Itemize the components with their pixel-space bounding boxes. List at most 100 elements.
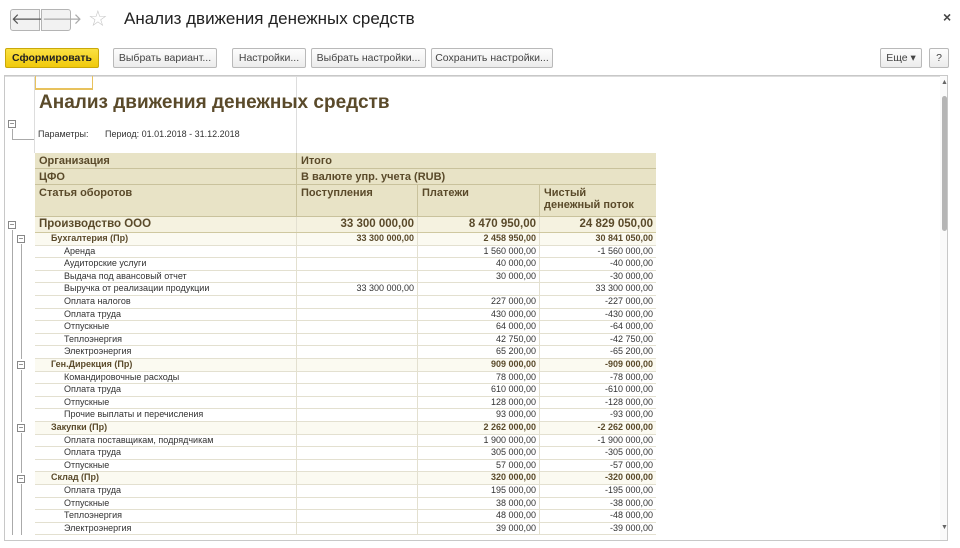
income-cell	[297, 245, 418, 258]
income-cell: 33 300 000,00	[297, 233, 418, 245]
payments-cell: 40 000,00	[418, 258, 540, 270]
window-titlebar: 🡐 🡒 ☆ Анализ движения денежных средств ×	[0, 0, 960, 40]
payments-cell: 320 000,00	[418, 472, 540, 484]
report-parameters: Параметры: Период: 01.01.2018 - 31.12.20…	[38, 129, 254, 139]
net-flow-cell: -65 200,00	[609, 346, 653, 357]
payments-cell: 30 000,00	[418, 270, 540, 283]
choose-settings-button[interactable]: Выбрать настройки...	[311, 48, 426, 68]
article-cell: Командировочные расходы	[35, 371, 297, 384]
income-cell	[297, 510, 418, 522]
window-title: Анализ движения денежных средств	[124, 9, 415, 28]
settings-button[interactable]: Настройки...	[232, 48, 306, 68]
table-row[interactable]: Выдача под авансовый отчет 30 000,00 -30 0…	[35, 270, 656, 284]
payments-cell: 38 000,00	[418, 497, 540, 510]
net-flow-cell: -430 000,00	[604, 308, 653, 319]
table-row[interactable]: Командировочные расходы 78 000,00 -78 000,…	[35, 371, 656, 385]
income-cell	[297, 296, 418, 308]
article-cell: Теплоэнергия	[35, 510, 297, 522]
table-row[interactable]: Оплата труда 430 000,00 -430 000,00	[35, 308, 656, 322]
table-row[interactable]: Теплоэнергия 48 000,00 -48 000,00	[35, 510, 656, 523]
table-row[interactable]: Электроэнергия 39 000,00 -39 000,00	[35, 522, 656, 536]
table-row[interactable]: Электроэнергия 65 200,00 -65 200,00	[35, 346, 656, 359]
table-row[interactable]: Отпускные 38 000,00 -38 000,00	[35, 497, 656, 511]
help-button[interactable]: ?	[929, 48, 949, 68]
group-row[interactable]: Бухгалтерия (Пр) 33 300 000,00 2 458 950,0…	[35, 233, 656, 246]
payments-cell: 93 000,00	[418, 409, 540, 421]
collapse-icon[interactable]: −	[8, 120, 16, 128]
scroll-up-icon[interactable]: ▲	[941, 79, 947, 86]
tree-line	[12, 139, 34, 140]
income-cell	[297, 497, 418, 510]
forward-arrow-icon[interactable]: 🡒	[41, 9, 82, 31]
more-menu-button[interactable]: Еще ▾	[880, 48, 922, 68]
table-row[interactable]: Отпускные 128 000,00 -128 000,00	[35, 396, 656, 410]
active-cell[interactable]	[35, 76, 93, 90]
table-row[interactable]: Оплата поставщикам, подрядчикам 1 900 000…	[35, 434, 656, 448]
table-row[interactable]: Оплата труда 305 000,00 -305 000,00	[35, 447, 656, 460]
table-row[interactable]: Отпускные 57 000,00 -57 000,00	[35, 459, 656, 473]
article-cell: Оплата налогов	[35, 296, 297, 308]
close-icon[interactable]: ×	[943, 9, 951, 25]
income-cell	[297, 447, 418, 459]
net-flow-cell: 30 841 050,00	[595, 233, 653, 243]
back-arrow-icon[interactable]: 🡐	[10, 9, 51, 31]
payments-cell: 2 458 950,00	[418, 233, 540, 245]
payments-cell: 57 000,00	[418, 459, 540, 472]
header-article-label: Статья оборотов	[35, 185, 297, 216]
article-cell: Ген.Дирекция (Пр)	[35, 359, 297, 371]
payments-cell: 430 000,00	[418, 308, 540, 321]
income-cell	[297, 258, 418, 270]
table-row[interactable]: Теплоэнергия 42 750,00 -42 750,00	[35, 333, 656, 347]
article-cell: Электроэнергия	[35, 522, 297, 535]
table-row[interactable]: Аудиторские услуги 40 000,00 -40 000,00	[35, 258, 656, 271]
net-flow-cell: -48 000,00	[609, 510, 653, 521]
generate-button[interactable]: Сформировать	[5, 48, 99, 68]
table-row[interactable]: Прочие выплаты и перечисления 93 000,00 -9…	[35, 409, 656, 422]
income-cell	[297, 396, 418, 409]
net-flow-cell: -610 000,00	[604, 384, 653, 395]
save-settings-button[interactable]: Сохранить настройки...	[431, 48, 553, 68]
income-cell	[297, 384, 418, 396]
scroll-down-icon[interactable]: ▼	[941, 524, 947, 531]
report-area: − Анализ движения денежных средств Парам…	[4, 75, 948, 541]
article-cell: Аренда	[35, 245, 297, 258]
income-cell	[297, 333, 418, 346]
net-flow-cell: 33 300 000,00	[595, 283, 653, 294]
income-cell	[297, 459, 418, 472]
favorite-star-icon[interactable]: ☆	[88, 6, 108, 32]
collapse-icon[interactable]: −	[17, 474, 25, 483]
table-row[interactable]: Оплата труда 195 000,00 -195 000,00	[35, 485, 656, 498]
net-flow-cell: -64 000,00	[609, 321, 653, 332]
net-flow-cell: -78 000,00	[609, 371, 653, 382]
payments-cell: 78 000,00	[418, 371, 540, 384]
group-row[interactable]: Закупки (Пр) 2 262 000,00 -2 262 000,00	[35, 422, 656, 435]
tree-line	[12, 129, 13, 139]
net-flow-cell: -1 560 000,00	[597, 245, 653, 256]
net-flow-cell: 24 829 050,00	[579, 218, 653, 230]
org-row[interactable]: Производство ООО 33 300 000,00 8 470 950,0…	[35, 217, 656, 233]
group-row[interactable]: Склад (Пр) 320 000,00 -320 000,00	[35, 472, 656, 485]
scrollbar-thumb[interactable]	[942, 96, 947, 231]
table-row[interactable]: Отпускные 64 000,00 -64 000,00	[35, 321, 656, 334]
income-cell	[297, 434, 418, 447]
collapse-icon[interactable]: −	[17, 424, 25, 433]
payments-cell: 128 000,00	[418, 396, 540, 409]
article-cell: Оплата труда	[35, 308, 297, 321]
grid-line	[5, 76, 940, 77]
collapse-icon[interactable]: −	[8, 221, 16, 229]
collapse-icon[interactable]: −	[17, 235, 25, 244]
choose-variant-button[interactable]: Выбрать вариант...	[113, 48, 217, 68]
collapse-icon[interactable]: −	[17, 361, 25, 370]
group-row[interactable]: Ген.Дирекция (Пр) 909 000,00 -909 000,00	[35, 359, 656, 372]
table-row[interactable]: Выручка от реализации продукции 33 300 00…	[35, 283, 656, 296]
net-flow-cell: -305 000,00	[604, 447, 653, 458]
article-cell: Закупки (Пр)	[35, 422, 297, 434]
table-row[interactable]: Оплата труда 610 000,00 -610 000,00	[35, 384, 656, 397]
article-cell: Склад (Пр)	[35, 472, 297, 484]
article-cell: Аудиторские услуги	[35, 258, 297, 270]
table-row[interactable]: Аренда 1 560 000,00 -1 560 000,00	[35, 245, 656, 259]
payments-cell: 42 750,00	[418, 333, 540, 346]
period-value: Период: 01.01.2018 - 31.12.2018	[105, 129, 240, 139]
vertical-scrollbar[interactable]: ▲ ▼	[940, 76, 947, 540]
table-row[interactable]: Оплата налогов 227 000,00 -227 000,00	[35, 296, 656, 309]
